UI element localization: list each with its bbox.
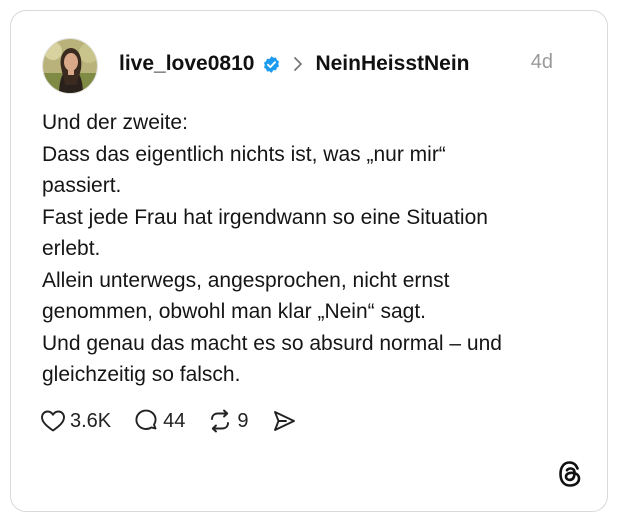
repost-count: 9 (237, 409, 249, 432)
post-card: live_love0810 NeinHeisstNein 4d Und der … (10, 10, 608, 512)
share-button[interactable] (271, 408, 297, 434)
like-count: 3.6K (70, 409, 112, 432)
action-bar: 3.6K 44 9 (40, 407, 297, 435)
comment-icon (133, 408, 159, 434)
post-timestamp: 4d (530, 51, 553, 73)
send-icon (271, 408, 297, 434)
author-username[interactable]: live_love0810 (119, 52, 254, 76)
post-text-line: passiert. (42, 174, 122, 197)
repost-button[interactable]: 9 (207, 408, 249, 434)
post-text-line: genommen, obwohl man klar „Nein“ sagt. (42, 300, 427, 323)
post-text-line: Allein unterwegs, angesprochen, nicht er… (42, 268, 450, 292)
post-text-line: Und der zweite: (42, 111, 188, 134)
reply-button[interactable]: 44 (133, 408, 185, 434)
threads-logo-icon[interactable] (557, 460, 583, 488)
avatar[interactable] (42, 38, 98, 94)
post-header: live_love0810 NeinHeisstNein (119, 49, 553, 79)
chevron-right-icon (293, 56, 303, 72)
repost-icon (207, 408, 233, 434)
post-text-line: erlebt. (42, 237, 101, 260)
reply-count: 44 (163, 409, 186, 432)
post-text-line: Dass das eigentlich nichts ist, was „nur… (42, 142, 446, 166)
verified-badge-icon (262, 55, 281, 74)
like-button[interactable]: 3.6K (40, 409, 111, 433)
topic-link[interactable]: NeinHeisstNein (315, 52, 469, 76)
post-body: Und der zweite: Dass das eigentlich nich… (42, 107, 582, 391)
post-text-line: gleichzeitig so falsch. (42, 363, 241, 386)
heart-icon (40, 409, 66, 433)
post-text-line: Fast jede Frau hat irgendwann so eine Si… (42, 205, 488, 229)
post-text-line: Und genau das macht es so absurd normal … (42, 331, 502, 355)
